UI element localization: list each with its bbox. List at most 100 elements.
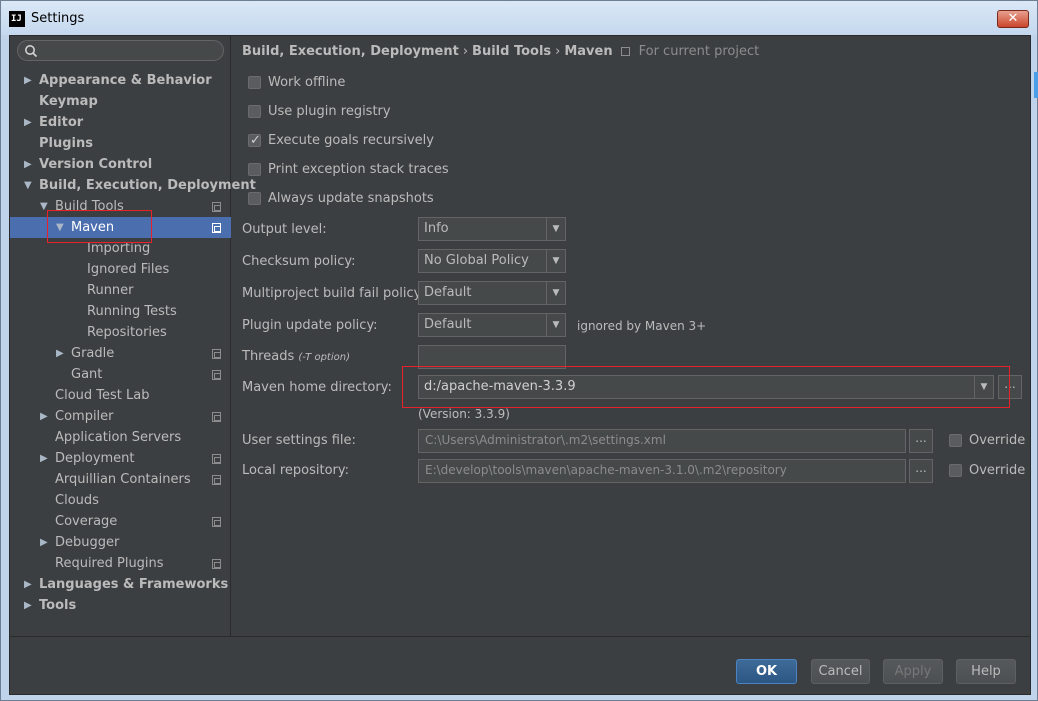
tree-item-label: Plugins bbox=[39, 136, 93, 151]
user-settings-override-checkbox[interactable] bbox=[949, 434, 962, 447]
collapsed-arrow-icon[interactable]: ▶ bbox=[24, 595, 32, 616]
project-scope-icon bbox=[212, 559, 221, 569]
chevron-down-icon[interactable]: ▼ bbox=[546, 314, 565, 336]
tree-item[interactable]: Keymap bbox=[10, 91, 231, 112]
tree-item[interactable]: Required Plugins bbox=[10, 553, 231, 574]
option-checkbox-label: Always update snapshots bbox=[268, 191, 434, 206]
maven-settings-panel: Build, Execution, Deployment › Build Tools… bbox=[232, 36, 1038, 636]
cancel-button[interactable]: Cancel bbox=[811, 659, 870, 684]
title-bar: IJ Settings ✕ bbox=[1, 1, 1037, 35]
chevron-down-icon[interactable]: ▼ bbox=[546, 218, 565, 240]
tree-item-label: Cloud Test Lab bbox=[55, 388, 150, 403]
output-level-select[interactable]: Info ▼ bbox=[418, 217, 566, 241]
tree-item[interactable]: ▶ Deployment bbox=[10, 448, 231, 469]
multiproject-policy-select[interactable]: Default ▼ bbox=[418, 281, 566, 305]
checksum-policy-select[interactable]: No Global Policy ▼ bbox=[418, 249, 566, 273]
collapsed-arrow-icon[interactable]: ▶ bbox=[24, 154, 32, 175]
breadcrumb-part: Build, Execution, Deployment bbox=[242, 44, 459, 59]
highlight-box-maven-home bbox=[402, 366, 1010, 408]
tree-item-label: Version Control bbox=[39, 157, 153, 172]
local-repository-input[interactable]: E:\develop\tools\maven\apache-maven-3.1.… bbox=[418, 459, 906, 483]
output-level-value: Info bbox=[424, 221, 449, 236]
tree-item[interactable]: Arquillian Containers bbox=[10, 469, 231, 490]
ok-button[interactable]: OK bbox=[736, 659, 797, 684]
tree-item-label: Arquillian Containers bbox=[55, 472, 191, 487]
tree-item[interactable]: ▶ Gradle bbox=[10, 343, 231, 364]
local-repository-override-checkbox[interactable] bbox=[949, 464, 962, 477]
unchecked-checkbox[interactable] bbox=[248, 76, 261, 89]
tree-item-label: Running Tests bbox=[87, 304, 177, 319]
collapsed-arrow-icon[interactable]: ▶ bbox=[56, 343, 64, 364]
tree-item-label: Required Plugins bbox=[55, 556, 164, 571]
tree-item[interactable]: ▶ Compiler bbox=[10, 406, 231, 427]
local-repository-label: Local repository: bbox=[242, 463, 349, 478]
collapsed-arrow-icon[interactable]: ▶ bbox=[40, 406, 48, 427]
scope-label: For current project bbox=[638, 44, 760, 59]
collapsed-arrow-icon[interactable]: ▶ bbox=[24, 112, 32, 133]
help-button[interactable]: Help bbox=[956, 659, 1016, 684]
breadcrumb-part: Build Tools bbox=[472, 44, 552, 59]
threads-label-text: Threads bbox=[242, 349, 295, 364]
tree-item[interactable]: Running Tests bbox=[10, 301, 231, 322]
chevron-down-icon[interactable]: ▼ bbox=[546, 282, 565, 304]
tree-item-label: Languages & Frameworks bbox=[39, 577, 229, 592]
search-icon bbox=[25, 45, 38, 58]
output-level-label: Output level: bbox=[242, 222, 327, 237]
settings-window: IJ Settings ✕ ▶ Appearance & Behavior Keym… bbox=[0, 0, 1038, 701]
collapsed-arrow-icon[interactable]: ▶ bbox=[24, 70, 32, 91]
multiproject-policy-label: Multiproject build fail policy: bbox=[242, 286, 425, 301]
tree-item[interactable]: ▶ Version Control bbox=[10, 154, 231, 175]
tree-item[interactable]: ▶ Debugger bbox=[10, 532, 231, 553]
plugin-update-note: ignored by Maven 3+ bbox=[577, 319, 707, 333]
tree-item[interactable]: Plugins bbox=[10, 133, 231, 154]
maven-version-text: (Version: 3.3.9) bbox=[418, 407, 510, 421]
project-scope-icon bbox=[212, 202, 221, 212]
tree-item[interactable]: Gant bbox=[10, 364, 231, 385]
option-checkbox-label: Execute goals recursively bbox=[268, 133, 434, 148]
collapsed-arrow-icon[interactable]: ▶ bbox=[40, 532, 48, 553]
user-settings-label: User settings file: bbox=[242, 433, 356, 448]
scrollbar-thumb[interactable] bbox=[1034, 72, 1038, 98]
tree-item[interactable]: ▼ Build, Execution, Deployment bbox=[10, 175, 256, 196]
user-settings-browse-button[interactable]: ... bbox=[909, 429, 933, 453]
expanded-arrow-icon[interactable]: ▼ bbox=[24, 175, 32, 196]
tree-item[interactable]: Coverage bbox=[10, 511, 231, 532]
tree-item[interactable]: Clouds bbox=[10, 490, 231, 511]
local-repository-browse-button[interactable]: ... bbox=[909, 459, 933, 483]
tree-item[interactable]: ▶ Editor bbox=[10, 112, 231, 133]
tree-item-label: Keymap bbox=[39, 94, 98, 109]
threads-label: Threads (-T option) bbox=[242, 349, 350, 364]
tree-item-label: Build, Execution, Deployment bbox=[39, 178, 256, 193]
tree-item-label: Gradle bbox=[71, 346, 115, 361]
chevron-down-icon[interactable]: ▼ bbox=[546, 250, 565, 272]
tree-item[interactable]: Cloud Test Lab bbox=[10, 385, 231, 406]
tree-item[interactable]: ▶ Appearance & Behavior bbox=[10, 70, 231, 91]
tree-item[interactable]: ▶ Tools bbox=[10, 595, 231, 616]
option-checkbox-label: Work offline bbox=[268, 75, 346, 90]
window-title: Settings bbox=[31, 11, 85, 26]
tree-item[interactable]: ▶ Languages & Frameworks bbox=[10, 574, 231, 595]
collapsed-arrow-icon[interactable]: ▶ bbox=[24, 574, 32, 595]
maven-home-label: Maven home directory: bbox=[242, 380, 392, 395]
user-settings-override-label: Override bbox=[969, 433, 1026, 448]
project-scope-icon bbox=[212, 223, 221, 233]
tree-item[interactable]: Runner bbox=[10, 280, 231, 301]
settings-search-input[interactable] bbox=[17, 40, 224, 61]
tree-item[interactable]: Ignored Files bbox=[10, 259, 231, 280]
tree-item-label: Gant bbox=[71, 367, 103, 382]
tree-item[interactable]: Repositories bbox=[10, 322, 231, 343]
tree-item-label: Compiler bbox=[55, 409, 114, 424]
dialog-button-bar: OK Cancel Apply Help bbox=[10, 636, 1030, 694]
tree-item[interactable]: Application Servers bbox=[10, 427, 231, 448]
checked-checkbox[interactable] bbox=[248, 131, 261, 151]
plugin-update-policy-select[interactable]: Default ▼ bbox=[418, 313, 566, 337]
unchecked-checkbox[interactable] bbox=[248, 163, 261, 176]
apply-button[interactable]: Apply bbox=[883, 659, 943, 684]
unchecked-checkbox[interactable] bbox=[248, 105, 261, 118]
unchecked-checkbox[interactable] bbox=[248, 192, 261, 205]
collapsed-arrow-icon[interactable]: ▶ bbox=[40, 448, 48, 469]
tree-item-label: Ignored Files bbox=[87, 262, 170, 277]
option-checkbox-label: Print exception stack traces bbox=[268, 162, 449, 177]
user-settings-input[interactable]: C:\Users\Administrator\.m2\settings.xml bbox=[418, 429, 906, 453]
close-window-button[interactable]: ✕ bbox=[997, 10, 1029, 28]
